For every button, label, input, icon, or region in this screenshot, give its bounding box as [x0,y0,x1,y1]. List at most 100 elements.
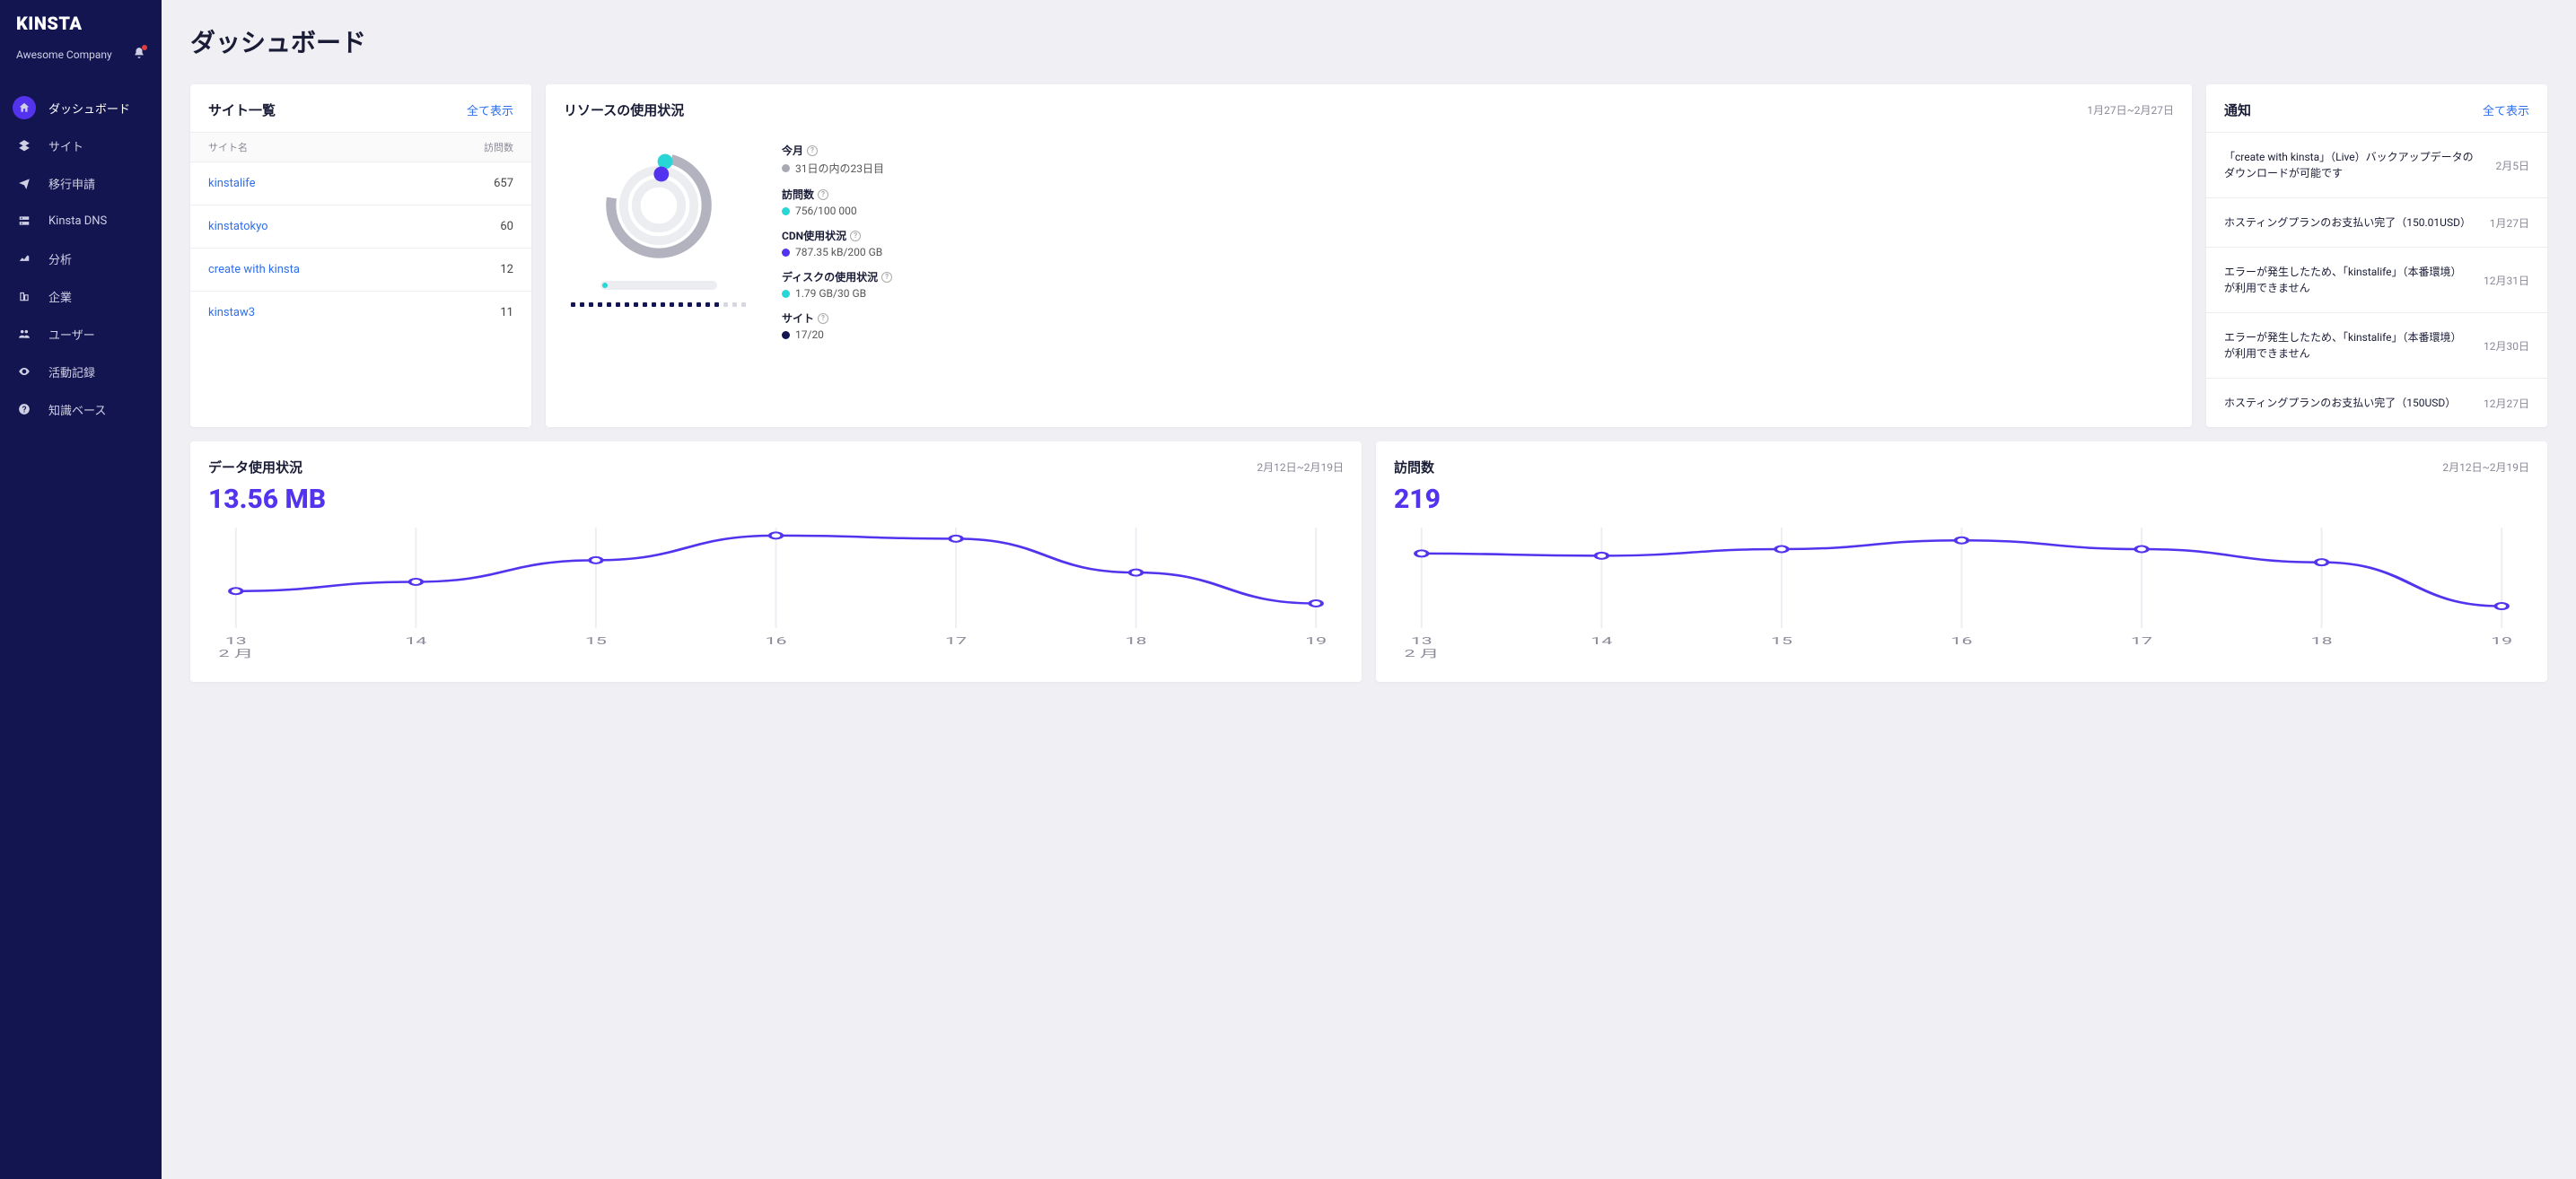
sites-view-all-link[interactable]: 全て表示 [467,101,513,118]
sidebar-item-chart[interactable]: 分析 [0,240,162,277]
resource-card-title: リソースの使用状況 [564,100,684,119]
disk-usage-bar [600,281,717,290]
notification-message: エラーが発生したため、「kinstalife」（本番環境）が利用できません [2224,264,2469,296]
dns-icon [13,209,36,232]
sidebar-item-label: 知識ベース [48,401,106,418]
sidebar-item-help[interactable]: 知識ベース [0,390,162,428]
metric-sites-val: 17/20 [795,328,824,341]
sidebar-item-label: 活動記録 [48,363,95,380]
sidebar-item-label: サイト [48,137,83,154]
sidebar-item-home[interactable]: ダッシュボード [0,89,162,127]
svg-text:2 月: 2 月 [1405,648,1440,659]
data-usage-value: 13.56 MB [190,480,1362,520]
notification-row[interactable]: エラーが発生したため、「kinstalife」（本番環境）が利用できません 12月… [2206,312,2547,378]
metric-cdn-label: CDN使用状況 [782,228,846,243]
svg-text:18: 18 [1126,635,1147,647]
svg-text:15: 15 [1771,635,1792,647]
notification-date: 12月30日 [2484,338,2529,354]
sidebar-item-layers[interactable]: サイト [0,127,162,164]
building-icon [13,284,36,308]
data-usage-chart: 13 14 15 16 17 18 19 2 月 [190,520,1362,682]
notifications-card: 通知 全て表示 「create with kinsta」（Live）バックアップ… [2206,84,2547,427]
home-icon [13,96,36,119]
table-row: kinstalife657 [190,162,531,205]
metric-visits-val: 756/100 000 [795,205,857,217]
metric-sites-label: サイト [782,310,814,326]
data-usage-chart-card: データ使用状況 2月12日~2月19日 13.56 MB 13141516171… [190,441,1362,682]
svg-text:2 月: 2 月 [219,648,254,659]
metric-visits-label: 訪問数 [782,187,814,202]
svg-text:16: 16 [1951,635,1973,647]
svg-text:14: 14 [1590,635,1613,647]
info-icon[interactable]: ? [881,272,892,283]
plane-icon [13,171,36,195]
page-title: ダッシュボード [190,23,2547,59]
svg-text:19: 19 [2491,635,2512,647]
sites-card-title: サイト一覧 [208,100,276,119]
site-visits: 657 [494,177,513,190]
site-visits: 12 [500,263,513,276]
info-icon[interactable]: ? [818,313,828,324]
notification-message: ホスティングプランのお支払い完了（150.01USD） [2224,214,2475,231]
site-link[interactable]: kinstalife [208,177,494,190]
notification-row[interactable]: 「create with kinsta」（Live）バックアップデータのダウンロ… [2206,132,2547,197]
brand-logo: KINSTA [0,13,162,43]
sidebar-item-dns[interactable]: Kinsta DNS [0,202,162,240]
visits-chart: 131415161718192 月 [1376,520,2547,682]
main-content: ダッシュボード サイト一覧 全て表示 サイト名 訪問数 kinstalife65… [162,0,2576,1179]
notification-date: 12月31日 [2484,273,2529,288]
sidebar-item-label: 分析 [48,250,72,267]
notifications-card-title: 通知 [2224,100,2251,119]
users-icon [13,322,36,345]
layers-icon [13,134,36,157]
metric-month-val: 31日の内の23日目 [795,161,884,176]
sites-col-visits: 訪問数 [484,140,513,154]
metric-disk-val: 1.79 GB/30 GB [795,287,866,300]
svg-text:15: 15 [585,635,607,647]
notification-row[interactable]: ホスティングプランのお支払い完了（150.01USD） 1月27日 [2206,197,2547,247]
svg-text:13: 13 [1411,635,1433,647]
table-row: kinstaw311 [190,292,531,334]
notification-date: 1月27日 [2490,215,2529,231]
svg-text:16: 16 [766,635,787,647]
site-visits: 11 [500,306,513,319]
notification-row[interactable]: ホスティングプランのお支払い完了（150USD） 12月27日 [2206,378,2547,427]
visits-value: 219 [1376,480,2547,520]
site-link[interactable]: kinstatokyo [208,220,500,233]
sidebar: KINSTA Awesome Company ダッシュボードサイト移行申請 Kin… [0,0,162,1179]
metric-disk-label: ディスクの使用状況 [782,269,878,284]
data-usage-range: 2月12日~2月19日 [1257,459,1344,475]
site-link[interactable]: kinstaw3 [208,306,500,319]
notification-message: エラーが発生したため、「kinstalife」（本番環境）が利用できません [2224,329,2469,362]
visits-chart-card: 訪問数 2月12日~2月19日 219 131415161718192 月 [1376,441,2547,682]
svg-text:17: 17 [945,635,967,647]
notification-message: 「create with kinsta」（Live）バックアップデータのダウンロ… [2224,149,2482,181]
sidebar-item-users[interactable]: ユーザー [0,315,162,353]
eye-icon [13,360,36,383]
sidebar-item-label: 企業 [48,288,72,305]
sidebar-item-building[interactable]: 企業 [0,277,162,315]
company-name: Awesome Company [16,48,112,61]
notification-badge-dot [142,45,147,50]
sidebar-item-label: Kinsta DNS [48,214,107,228]
sidebar-item-plane[interactable]: 移行申請 [0,164,162,202]
help-icon [13,397,36,421]
info-icon[interactable]: ? [850,231,861,241]
info-icon[interactable]: ? [807,145,818,156]
sidebar-item-eye[interactable]: 活動記録 [0,353,162,390]
site-link[interactable]: create with kinsta [208,263,500,276]
info-icon[interactable]: ? [818,189,828,200]
table-row: create with kinsta12 [190,249,531,292]
svg-text:18: 18 [2311,635,2333,647]
notifications-view-all-link[interactable]: 全て表示 [2483,101,2529,118]
notification-date: 12月27日 [2484,396,2529,411]
notifications-bell-icon[interactable] [133,47,145,62]
visits-title: 訪問数 [1394,458,1434,476]
svg-text:14: 14 [405,635,427,647]
notification-row[interactable]: エラーが発生したため、「kinstalife」（本番環境）が利用できません 12月… [2206,247,2547,312]
svg-text:13: 13 [225,635,247,647]
sites-usage-dots [571,302,746,307]
sidebar-item-label: 移行申請 [48,175,95,192]
svg-text:19: 19 [1305,635,1327,647]
notification-message: ホスティングプランのお支払い完了（150USD） [2224,395,2469,411]
